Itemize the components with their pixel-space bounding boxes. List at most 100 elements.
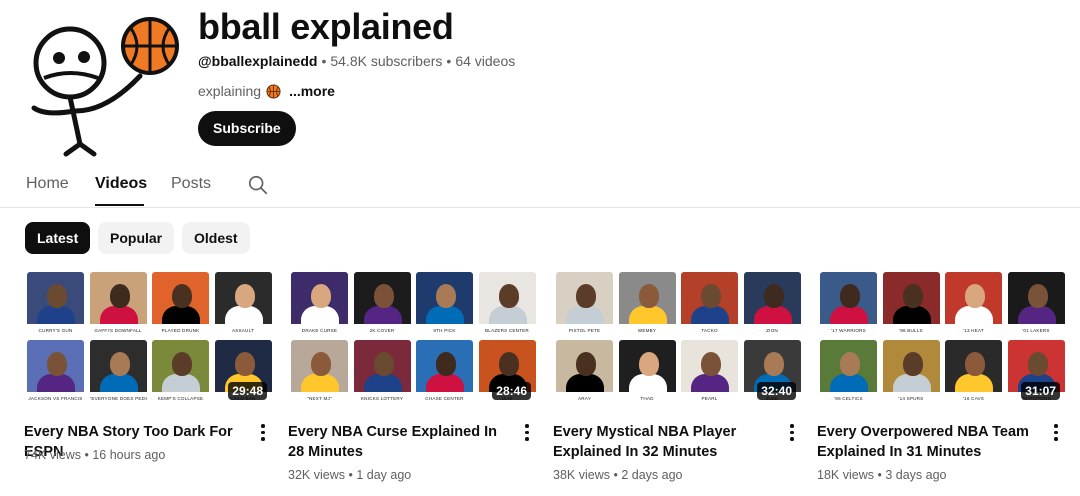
thumbnail-cell: "EVERYONE DOES PEDS" <box>89 340 147 406</box>
video-thumbnail[interactable]: '17 WARRIORS '96 BULLS '13 HEAT '01 LAKERS '… <box>820 272 1065 406</box>
player-face <box>965 352 985 376</box>
thumbnail-caption: KNICKS LOTTERY <box>353 392 411 406</box>
chip-oldest[interactable]: Oldest <box>182 222 250 254</box>
channel-description[interactable]: explaining ...more <box>198 83 335 99</box>
video-card[interactable]: DRAKE CURSE 2K COVER 8TH PICK BLAZERS CENTE… <box>288 272 536 482</box>
video-thumbnail[interactable]: DRAKE CURSE 2K COVER 8TH PICK BLAZERS CENTE… <box>291 272 536 406</box>
more-vert-icon[interactable] <box>1053 424 1059 442</box>
more-vert-icon[interactable] <box>260 424 266 442</box>
player-photo <box>27 272 84 326</box>
player-face <box>638 284 659 308</box>
player-face <box>763 352 784 376</box>
more-link[interactable]: ...more <box>289 83 335 99</box>
player-jersey <box>37 306 75 326</box>
player-face <box>498 352 519 376</box>
thumbnail-cell: PEARL <box>681 340 738 406</box>
basketball-icon <box>266 83 281 99</box>
chip-latest[interactable]: Latest <box>25 222 91 254</box>
player-photo <box>882 340 940 394</box>
player-photo <box>556 272 613 326</box>
video-card[interactable]: '17 WARRIORS '96 BULLS '13 HEAT '01 LAKERS '… <box>817 272 1065 482</box>
video-card[interactable]: PISTOL PETEWEMBYTACKOZIONARAYTHADPEARLJU… <box>553 272 801 482</box>
video-duration: 32:40 <box>757 382 796 400</box>
player-photo <box>416 340 473 394</box>
more-vert-icon[interactable] <box>524 424 530 442</box>
player-jersey <box>566 374 604 394</box>
upload-age: 16 hours ago <box>92 448 166 462</box>
tab-posts[interactable]: Posts <box>171 175 211 193</box>
player-jersey <box>363 306 402 326</box>
video-duration: 29:48 <box>228 382 267 400</box>
player-photo <box>945 340 1002 394</box>
thumbnail-caption: BLAZERS CENTER <box>478 324 536 338</box>
player-jersey <box>566 306 604 326</box>
player-jersey <box>301 306 339 326</box>
thumbnail-cell: GAFFI'S DOWNFALL <box>89 272 147 338</box>
player-photo <box>882 272 940 326</box>
player-face <box>311 352 331 376</box>
video-info: 38K views • 2 days ago <box>553 468 683 482</box>
chip-popular[interactable]: Popular <box>98 222 175 254</box>
player-jersey <box>892 306 931 326</box>
player-jersey <box>830 306 868 326</box>
thumbnail-caption: CHASE CENTER <box>416 392 473 406</box>
video-title[interactable]: Every NBA Curse Explained In 28 Minutes <box>288 422 514 462</box>
search-icon[interactable] <box>247 174 269 196</box>
upload-age: 2 days ago <box>621 468 683 482</box>
subscribe-button[interactable]: Subscribe <box>198 111 296 146</box>
thumbnail-caption: DRAKE CURSE <box>291 324 348 338</box>
video-card[interactable]: CURRY'S GUN GAFFI'S DOWNFALL PLAYED DRUNK A… <box>24 272 272 462</box>
thumbnail-caption: KEMP'S COLLAPSE <box>152 392 209 406</box>
channel-meta: @bballexplainedd • 54.8K subscribers • 64 vi… <box>198 53 516 69</box>
tab-videos[interactable]: Videos <box>95 175 147 193</box>
thumbnail-caption: ARAY <box>556 392 613 406</box>
player-jersey <box>426 306 464 326</box>
player-photo <box>820 340 877 394</box>
player-photo <box>416 272 473 326</box>
thumbnail-caption: TACKO <box>681 324 738 338</box>
player-jersey <box>955 374 993 394</box>
player-jersey <box>691 306 729 326</box>
player-photo <box>618 272 676 326</box>
player-face <box>1027 284 1048 308</box>
thumbnail-cell: TACKO <box>681 272 738 338</box>
player-face <box>638 352 659 376</box>
video-title[interactable]: Every Overpowered NBA Team Explained In … <box>817 422 1043 462</box>
thumbnail-cell: "NEXT MJ" <box>291 340 348 406</box>
player-face <box>576 352 596 376</box>
player-jersey <box>628 306 667 326</box>
player-photo <box>291 272 348 326</box>
player-photo <box>820 272 877 326</box>
tab-home[interactable]: Home <box>26 175 69 193</box>
more-vert-icon[interactable] <box>789 424 795 442</box>
thumbnail-caption: '01 LAKERS <box>1007 324 1065 338</box>
thumbnail-caption: '16 CAVS <box>945 392 1002 406</box>
subscriber-count: 54.8K subscribers <box>330 53 443 69</box>
player-photo <box>1007 272 1065 326</box>
thumbnail-cell: ASSAULT <box>214 272 272 338</box>
channel-avatar[interactable] <box>26 16 182 158</box>
player-photo <box>945 272 1002 326</box>
thumbnail-caption: PISTOL PETE <box>556 324 613 338</box>
video-thumbnail[interactable]: CURRY'S GUN GAFFI'S DOWNFALL PLAYED DRUNK A… <box>27 272 272 406</box>
player-face <box>47 352 67 376</box>
thumbnail-cell: 8TH PICK <box>416 272 473 338</box>
channel-tabs: Home Videos Posts <box>0 162 1080 208</box>
player-face <box>701 284 721 308</box>
channel-handle: @bballexplainedd <box>198 53 318 69</box>
player-photo <box>681 272 738 326</box>
video-title[interactable]: Every Mystical NBA Player Explained In 3… <box>553 422 779 462</box>
thumbnail-cell: KNICKS LOTTERY <box>353 340 411 406</box>
thumbnail-cell: BLAZERS CENTER <box>478 272 536 338</box>
player-photo <box>89 272 147 326</box>
video-duration: 28:46 <box>492 382 531 400</box>
view-count: 18K views <box>817 468 874 482</box>
player-photo <box>27 340 84 394</box>
player-jersey <box>162 374 200 394</box>
video-count: 64 videos <box>455 53 516 69</box>
video-thumbnail[interactable]: PISTOL PETEWEMBYTACKOZIONARAYTHADPEARLJU… <box>556 272 801 406</box>
player-photo <box>618 340 676 394</box>
player-jersey <box>301 374 339 394</box>
thumbnail-caption: "EVERYONE DOES PEDS" <box>89 392 147 406</box>
thumbnail-cell: 2K COVER <box>353 272 411 338</box>
